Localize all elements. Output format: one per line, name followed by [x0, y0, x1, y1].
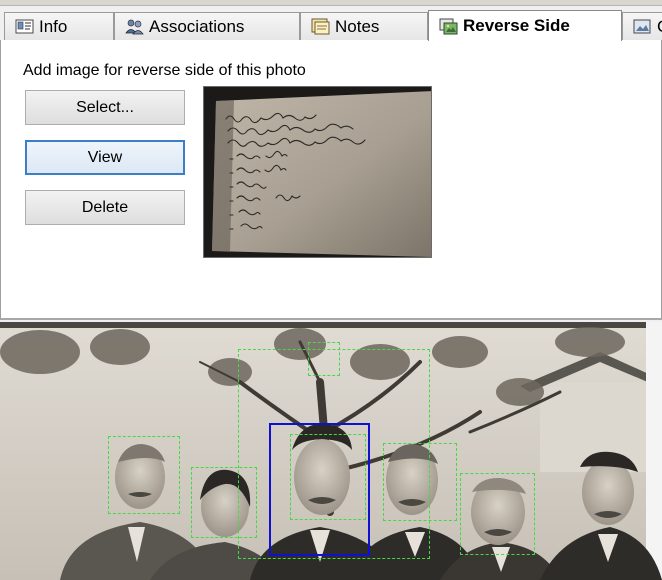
delete-button[interactable]: Delete	[25, 190, 185, 225]
tab-more[interactable]: C	[622, 12, 662, 40]
notes-icon	[311, 18, 330, 35]
face-tag-box[interactable]	[460, 473, 535, 555]
face-tag-box[interactable]	[383, 443, 457, 521]
tab-reverse-side-label: Reverse Side	[463, 16, 570, 35]
selected-face-tag-box[interactable]	[269, 423, 370, 556]
face-tag-box[interactable]	[191, 467, 257, 538]
photo-icon	[633, 19, 651, 34]
tab-notes[interactable]: Notes	[300, 12, 428, 40]
face-tag-box[interactable]	[308, 342, 340, 376]
tab-more-label: C	[657, 17, 662, 37]
reverse-photo-icon	[439, 18, 458, 34]
reverse-side-instruction: Add image for reverse side of this photo	[23, 62, 306, 79]
tab-notes-label: Notes	[335, 16, 380, 36]
tab-associations[interactable]: Associations	[114, 12, 300, 40]
face-tag-box[interactable]	[108, 436, 180, 514]
reverse-side-panel: Add image for reverse side of this photo…	[0, 40, 662, 320]
tab-associations-label: Associations	[149, 16, 245, 36]
face-tag-box[interactable]	[568, 462, 662, 580]
main-photo[interactable]	[0, 322, 662, 580]
select-button[interactable]: Select...	[25, 90, 185, 125]
view-button[interactable]: View	[25, 140, 185, 175]
people-icon	[125, 19, 144, 35]
tab-info-label: Info	[39, 16, 68, 36]
info-card-icon	[15, 19, 34, 34]
tab-strip: Info Associations Notes Reverse Side	[0, 6, 662, 41]
reverse-side-thumbnail[interactable]	[203, 86, 432, 258]
reverse-side-image	[204, 87, 431, 257]
tab-reverse-side[interactable]: Reverse Side	[428, 10, 622, 41]
tab-info[interactable]: Info	[4, 12, 114, 40]
